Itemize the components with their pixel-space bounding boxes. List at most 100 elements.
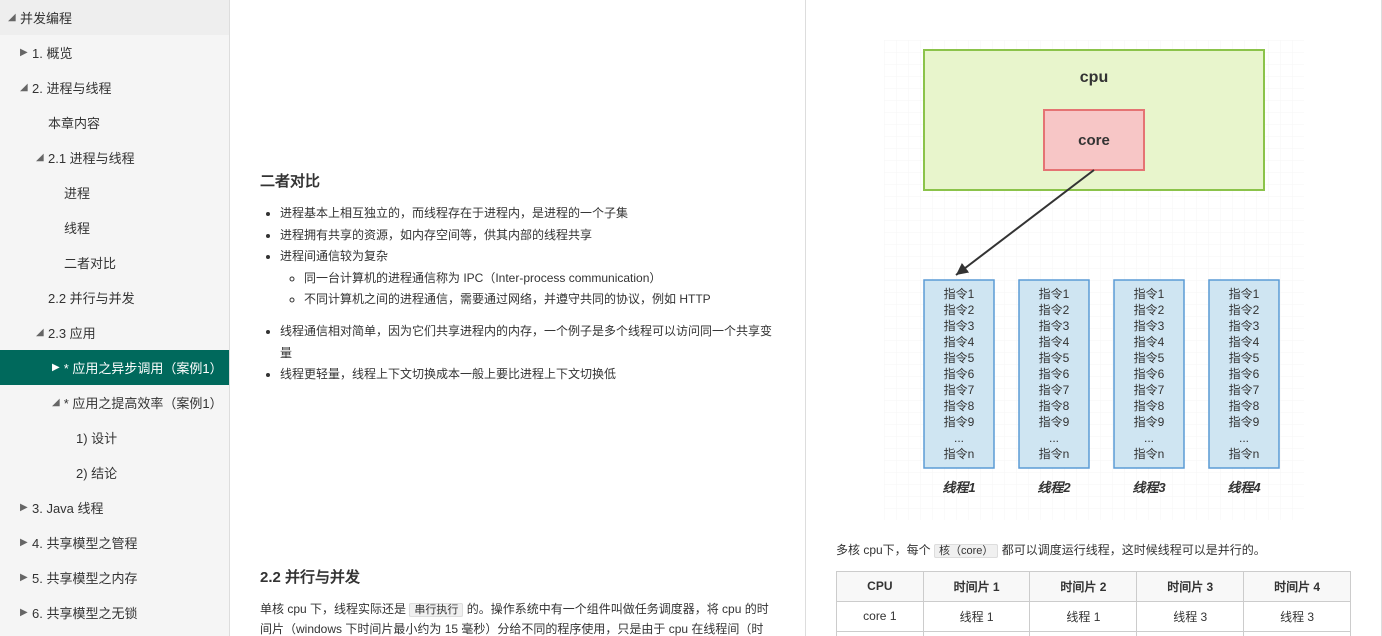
sidebar-item[interactable]: ▶7. 共享模型之不可变: [0, 630, 229, 636]
page-left: 二者对比 进程基本上相互独立的，而线程存在于进程内，是进程的一个子集 进程拥有共…: [230, 0, 806, 636]
list-item: 进程间通信较为复杂 同一台计算机的进程通信称为 IPC（Inter-proces…: [280, 246, 775, 311]
sidebar-item-label: 2.3 应用: [48, 323, 96, 342]
list-item: 线程通信相对简单，因为它们共享进程内的内存，一个例子是多个线程可以访问同一个共享…: [280, 321, 775, 364]
svg-text:指令9: 指令9: [1133, 414, 1164, 429]
table-cell: 线程 4: [1030, 631, 1137, 636]
sidebar-item-label: * 应用之异步调用（案例1）: [64, 358, 219, 377]
sidebar-item-label: 5. 共享模型之内存: [32, 568, 137, 587]
svg-text:指令n: 指令n: [1038, 446, 1069, 461]
caret-icon: ▶: [20, 502, 32, 513]
svg-text:指令5: 指令5: [1228, 350, 1259, 365]
caret-icon: ▶: [52, 362, 64, 373]
svg-text:线程2: 线程2: [1037, 480, 1071, 495]
sidebar-item-label: 1) 设计: [76, 428, 117, 447]
sidebar-root[interactable]: ◢ 并发编程: [0, 0, 229, 35]
table-row: core 1线程 1线程 1线程 3线程 3: [837, 601, 1351, 631]
svg-text:指令1: 指令1: [1133, 286, 1164, 301]
svg-text:指令2: 指令2: [943, 302, 974, 317]
sidebar-item[interactable]: ▶4. 共享模型之管程: [0, 525, 229, 560]
svg-text:指令8: 指令8: [943, 398, 974, 413]
table-cell: 线程 2: [1137, 631, 1244, 636]
svg-text:指令8: 指令8: [1038, 398, 1069, 413]
sidebar-item[interactable]: 1) 设计: [0, 420, 229, 455]
sidebar-item[interactable]: 2.2 并行与并发: [0, 280, 229, 315]
sidebar-item[interactable]: ◢2. 进程与线程: [0, 70, 229, 105]
caret-icon: ▶: [20, 572, 32, 583]
sidebar-item[interactable]: ▶1. 概览: [0, 35, 229, 70]
sidebar-root-label: 并发编程: [20, 8, 72, 27]
svg-text:指令7: 指令7: [943, 382, 974, 397]
svg-text:线程4: 线程4: [1227, 480, 1261, 495]
caret-icon: ◢: [36, 327, 48, 338]
table-cell: 线程 1: [1030, 601, 1137, 631]
sidebar-item-label: 2. 进程与线程: [32, 78, 111, 97]
sidebar-item[interactable]: ▶* 应用之异步调用（案例1）: [0, 350, 229, 385]
svg-text:指令2: 指令2: [1133, 302, 1164, 317]
table-header: 时间片 1: [923, 571, 1030, 601]
sidebar-item-label: 进程: [64, 183, 90, 202]
table-cell: 线程 1: [923, 601, 1030, 631]
table-header: 时间片 4: [1244, 571, 1351, 601]
svg-text:指令3: 指令3: [1038, 318, 1069, 333]
svg-text:指令2: 指令2: [1228, 302, 1259, 317]
list-item: 线程更轻量，线程上下文切换成本一般上要比进程上下文切换低: [280, 364, 775, 386]
svg-text:指令6: 指令6: [1228, 366, 1259, 381]
sidebar-item-label: 3. Java 线程: [32, 498, 104, 517]
table-cell: 线程 4: [1244, 631, 1351, 636]
svg-text:指令3: 指令3: [1228, 318, 1259, 333]
svg-text:指令4: 指令4: [1133, 334, 1164, 349]
heading-22: 2.2 并行与并发: [260, 566, 775, 587]
sidebar-item[interactable]: ◢2.1 进程与线程: [0, 140, 229, 175]
svg-text:指令5: 指令5: [943, 350, 974, 365]
caret-icon: ◢: [8, 12, 20, 23]
sidebar-item[interactable]: 二者对比: [0, 245, 229, 280]
sidebar-item-label: 6. 共享模型之无锁: [32, 603, 137, 622]
table-header: 时间片 3: [1137, 571, 1244, 601]
svg-text:...: ...: [1048, 431, 1058, 445]
svg-text:指令5: 指令5: [1133, 350, 1164, 365]
svg-text:指令6: 指令6: [1133, 366, 1164, 381]
sidebar-item[interactable]: 本章内容: [0, 105, 229, 140]
svg-text:线程3: 线程3: [1132, 480, 1166, 495]
svg-text:指令2: 指令2: [1038, 302, 1069, 317]
sidebar-item[interactable]: ▶6. 共享模型之无锁: [0, 595, 229, 630]
table-cell: 线程 2: [923, 631, 1030, 636]
svg-text:指令3: 指令3: [1133, 318, 1164, 333]
table-cell: core 2: [837, 631, 924, 636]
sidebar-item[interactable]: 线程: [0, 210, 229, 245]
table-header: CPU: [837, 571, 924, 601]
content-area: 二者对比 进程基本上相互独立的，而线程存在于进程内，是进程的一个子集 进程拥有共…: [230, 0, 1382, 636]
cpu-label: cpu: [1079, 69, 1107, 86]
svg-text:指令9: 指令9: [943, 414, 974, 429]
sidebar-item-label: 2.1 进程与线程: [48, 148, 135, 167]
caret-icon: ▶: [20, 537, 32, 548]
svg-text:指令1: 指令1: [1038, 286, 1069, 301]
heading-compare: 二者对比: [260, 170, 775, 191]
sidebar-item[interactable]: ▶5. 共享模型之内存: [0, 560, 229, 595]
svg-text:指令6: 指令6: [1038, 366, 1069, 381]
sidebar-item-label: 4. 共享模型之管程: [32, 533, 137, 552]
sidebar-item-label: 2.2 并行与并发: [48, 288, 135, 307]
svg-text:指令1: 指令1: [943, 286, 974, 301]
sidebar-item[interactable]: ◢2.3 应用: [0, 315, 229, 350]
code-inline: 串行执行: [409, 603, 463, 617]
table-cell: 线程 3: [1244, 601, 1351, 631]
svg-text:指令n: 指令n: [1228, 446, 1259, 461]
sidebar-item[interactable]: 2) 结论: [0, 455, 229, 490]
sidebar-item[interactable]: ▶3. Java 线程: [0, 490, 229, 525]
svg-text:指令n: 指令n: [943, 446, 974, 461]
sidebar-item-label: 本章内容: [48, 113, 100, 132]
svg-text:指令8: 指令8: [1228, 398, 1259, 413]
sidebar: ◢ 并发编程 ▶1. 概览◢2. 进程与线程本章内容◢2.1 进程与线程进程线程…: [0, 0, 230, 636]
sidebar-item[interactable]: 进程: [0, 175, 229, 210]
core-label: core: [1078, 132, 1110, 149]
sidebar-item[interactable]: ◢* 应用之提高效率（案例1）: [0, 385, 229, 420]
list-item: 不同计算机之间的进程通信，需要通过网络，并遵守共同的协议，例如 HTTP: [304, 289, 775, 311]
svg-text:指令7: 指令7: [1228, 382, 1259, 397]
svg-text:线程1: 线程1: [942, 480, 975, 495]
paragraph: 单核 cpu 下，线程实际还是 串行执行 的。操作系统中有一个组件叫做任务调度器…: [260, 599, 775, 636]
list-item: 进程基本上相互独立的，而线程存在于进程内，是进程的一个子集: [280, 203, 775, 225]
svg-text:指令5: 指令5: [1038, 350, 1069, 365]
svg-text:指令4: 指令4: [1038, 334, 1069, 349]
svg-text:...: ...: [1143, 431, 1153, 445]
